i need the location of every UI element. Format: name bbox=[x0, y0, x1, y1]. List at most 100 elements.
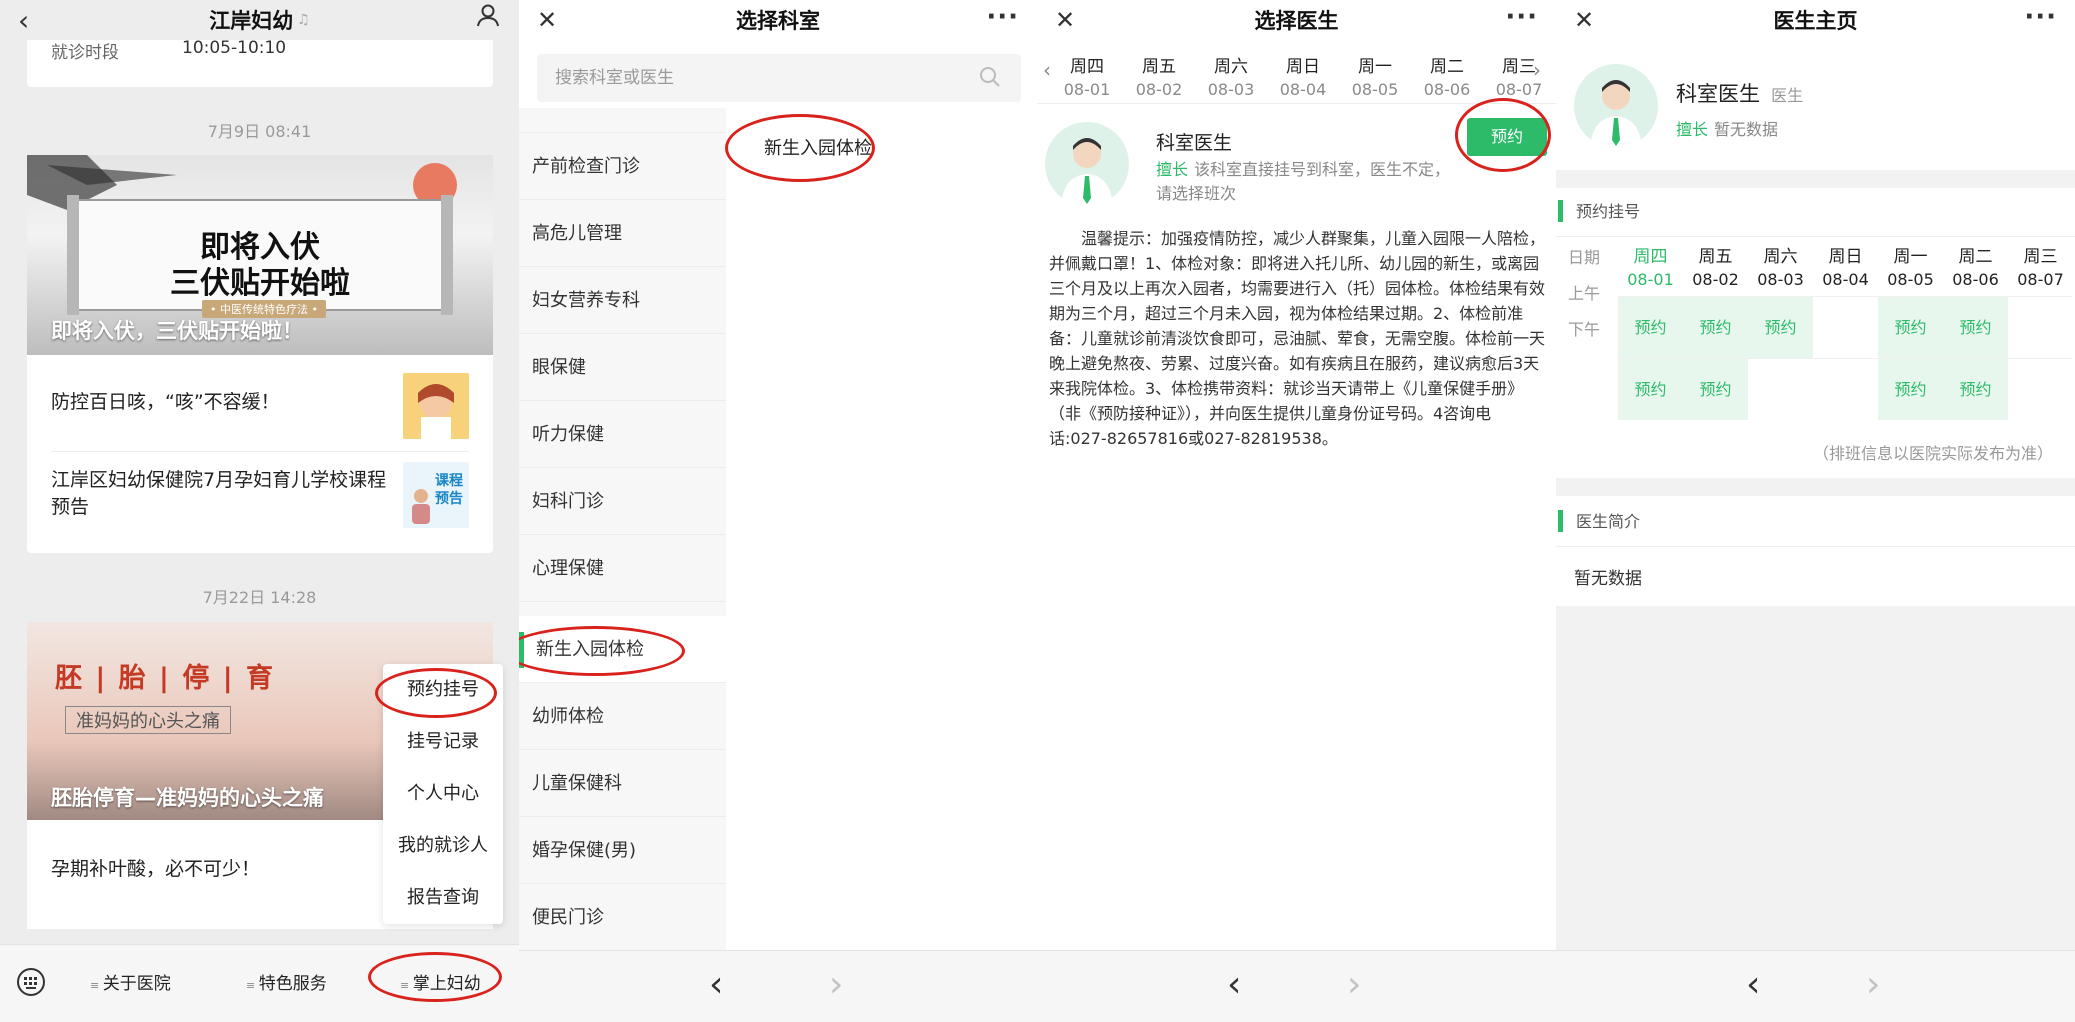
search-input[interactable] bbox=[537, 54, 967, 102]
user-profile-icon[interactable] bbox=[475, 2, 501, 35]
search-box bbox=[537, 54, 1021, 102]
date-option[interactable]: 周五 08-02 bbox=[1123, 52, 1195, 99]
chevron-right-icon[interactable]: › bbox=[1533, 58, 1541, 82]
close-icon[interactable]: ✕ bbox=[537, 6, 557, 34]
schedule-day-column: 周二 08-06 预约 预约 bbox=[1943, 236, 2008, 420]
department-item[interactable]: 产前检查门诊 bbox=[519, 133, 726, 200]
doctor-avatar bbox=[1574, 64, 1658, 148]
search-icon[interactable] bbox=[979, 66, 1001, 88]
forward-nav-icon[interactable]: › bbox=[1866, 967, 1880, 1003]
date-option[interactable]: 周一 08-05 bbox=[1339, 52, 1411, 99]
menu-item-my-patients[interactable]: 我的就诊人 bbox=[383, 820, 503, 872]
more-options-icon[interactable]: ··· bbox=[2024, 2, 2057, 32]
schedule-day-header[interactable]: 周四 08-01 bbox=[1618, 236, 1683, 296]
select-doctor-panel: ✕ 选择医生 ··· ‹ 周四 08-01 周五 08-02 周六 08-03 周日 0… bbox=[1037, 0, 1556, 1022]
cover-title: 即将入伏，三伏贴开始啦！ bbox=[51, 319, 303, 343]
article-item-title[interactable]: 防控百日咳，“咳”不容缓！ bbox=[51, 389, 391, 416]
more-options-icon[interactable]: ··· bbox=[1505, 2, 1538, 32]
schedule-slot-pm[interactable]: 预约 bbox=[1878, 358, 1943, 420]
schedule-slot-am[interactable]: 预约 bbox=[1878, 296, 1943, 358]
date-option[interactable]: 周二 08-06 bbox=[1411, 52, 1483, 99]
date-option[interactable]: 周四 08-01 bbox=[1051, 52, 1123, 99]
department-item[interactable]: 婚孕保健(男) bbox=[519, 817, 726, 884]
article-item-title[interactable]: 孕期补叶酸，必不可少！ bbox=[51, 856, 371, 883]
chevron-left-icon[interactable]: ‹ bbox=[1043, 58, 1051, 82]
date-option[interactable]: 周日 08-04 bbox=[1267, 52, 1339, 99]
department-item[interactable]: 幼师体检 bbox=[519, 683, 726, 750]
article-cover[interactable]: 即将入伏 三伏贴开始啦 • 中医传统特色疗法 • 即将入伏，三伏贴开始啦！ bbox=[27, 155, 493, 355]
notice-text: 温馨提示：加强疫情防控，减少人群聚集，儿童入园限一人陪检，并佩戴口罩！1、体检对… bbox=[1049, 229, 1546, 448]
cover-subtitle: 准妈妈的心头之痛 bbox=[65, 706, 231, 734]
article-item-title[interactable]: 江岸区妇幼保健院7月孕妇育儿学校课程预告 bbox=[51, 467, 391, 521]
schedule-slot-pm[interactable]: 预约 bbox=[1618, 358, 1683, 420]
doctor-select-header: ✕ 选择医生 ··· bbox=[1037, 0, 1556, 40]
department-item[interactable]: 妇女营养专科 bbox=[519, 267, 726, 334]
menu-item-registration-records[interactable]: 挂号记录 bbox=[383, 716, 503, 768]
back-arrow-icon[interactable]: ‹ bbox=[18, 4, 29, 37]
schedule-slot-am bbox=[1813, 296, 1878, 358]
specialty-label: 擅长 bbox=[1156, 160, 1189, 179]
account-title: 江岸妇幼 bbox=[209, 9, 294, 33]
schedule-day-column: 周日 08-04 bbox=[1813, 236, 1878, 420]
forward-nav-icon[interactable]: › bbox=[829, 967, 843, 1003]
schedule-note: （排班信息以医院实际发布为准） bbox=[1812, 444, 2053, 463]
schedule-day-header[interactable]: 周六 08-03 bbox=[1748, 236, 1813, 296]
schedule-slot-am[interactable]: 预约 bbox=[1748, 296, 1813, 358]
article-thumbnail bbox=[403, 373, 469, 439]
department-item[interactable]: 心理保健 bbox=[519, 535, 726, 602]
schedule-day-header[interactable]: 周五 08-02 bbox=[1683, 236, 1748, 296]
official-account-panel: ‹ 江岸妇幼 ♫ 就诊时段 10:05-10:10 7月9日 08:41 即将入… bbox=[0, 0, 519, 1022]
bottom-menu-featured-services[interactable]: 特色服务 bbox=[246, 969, 327, 994]
date-option[interactable]: 周三 08-07 bbox=[1483, 52, 1555, 99]
section-header: 医生简介 bbox=[1556, 508, 1640, 532]
visit-time-label: 就诊时段 bbox=[51, 43, 119, 63]
schedule-slot-am[interactable]: 预约 bbox=[1683, 296, 1748, 358]
timestamp: 7月9日 08:41 bbox=[207, 122, 312, 141]
schedule-slot-pm bbox=[2008, 358, 2073, 420]
sub-department-pane: 新生入园体检 bbox=[726, 108, 1037, 950]
schedule-day-column: 周六 08-03 预约 bbox=[1748, 236, 1813, 420]
close-icon[interactable]: ✕ bbox=[1055, 6, 1075, 34]
doctor-intro-section: 医生简介 暂无数据 bbox=[1556, 496, 2075, 606]
annotation-circle bbox=[725, 114, 875, 182]
department-item[interactable]: 高危儿管理 bbox=[519, 200, 726, 267]
bottom-menu-about-hospital[interactable]: 关于医院 bbox=[90, 969, 171, 994]
cover-headline-2: 三伏贴开始啦 bbox=[170, 266, 350, 301]
back-nav-icon[interactable]: ‹ bbox=[1746, 967, 1760, 1003]
doctor-specialty: 擅长 暂无数据 bbox=[1676, 116, 1778, 140]
date-option[interactable]: 周六 08-03 bbox=[1195, 52, 1267, 99]
thumbnail-text: 课程预告 bbox=[435, 473, 463, 507]
department-item[interactable]: 妇科门诊 bbox=[519, 468, 726, 535]
department-item[interactable]: 眼保健 bbox=[519, 334, 726, 401]
schedule-day-header[interactable]: 周二 08-06 bbox=[1943, 236, 2008, 296]
cover-headline: 胚 | 胎 | 停 | 育 bbox=[55, 663, 275, 694]
divider bbox=[51, 451, 469, 452]
schedule-slot-pm bbox=[1813, 358, 1878, 420]
more-options-icon[interactable]: ··· bbox=[986, 2, 1019, 32]
article-card: 即将入伏 三伏贴开始啦 • 中医传统特色疗法 • 即将入伏，三伏贴开始啦！ 防控… bbox=[27, 155, 493, 553]
schedule-day-header[interactable]: 周三 08-07 bbox=[2008, 236, 2073, 296]
schedule-slot-pm[interactable]: 预约 bbox=[1683, 358, 1748, 420]
article-thumbnail: 课程预告 bbox=[403, 462, 469, 528]
schedule-slot-pm[interactable]: 预约 bbox=[1943, 358, 2008, 420]
schedule-day-header[interactable]: 周日 08-04 bbox=[1813, 236, 1878, 296]
menu-item-report-query[interactable]: 报告查询 bbox=[383, 872, 503, 924]
timestamp: 7月22日 14:28 bbox=[202, 588, 317, 607]
schedule-day-column: 周三 08-07 bbox=[2008, 236, 2073, 420]
forward-nav-icon[interactable]: › bbox=[1347, 967, 1361, 1003]
close-icon[interactable]: ✕ bbox=[1574, 6, 1594, 34]
keyboard-icon[interactable] bbox=[16, 967, 46, 1001]
schedule-slot-am[interactable]: 预约 bbox=[1943, 296, 2008, 358]
department-item[interactable]: 中医科 bbox=[519, 108, 726, 133]
back-nav-icon[interactable]: ‹ bbox=[1227, 967, 1241, 1003]
schedule-day-header[interactable]: 周一 08-05 bbox=[1878, 236, 1943, 296]
page-title: 选择科室 bbox=[736, 9, 820, 33]
department-item[interactable]: 儿童保健科 bbox=[519, 750, 726, 817]
specialty-text: 该科室直接挂号到科室，医生不定，请选择班次 bbox=[1156, 160, 1451, 203]
row-label-am: 上午 bbox=[1568, 284, 1601, 303]
back-nav-icon[interactable]: ‹ bbox=[709, 967, 723, 1003]
menu-item-personal-center[interactable]: 个人中心 bbox=[383, 768, 503, 820]
department-item[interactable]: 听力保健 bbox=[519, 401, 726, 468]
schedule-slot-am[interactable]: 预约 bbox=[1618, 296, 1683, 358]
department-item[interactable]: 便民门诊 bbox=[519, 884, 726, 950]
